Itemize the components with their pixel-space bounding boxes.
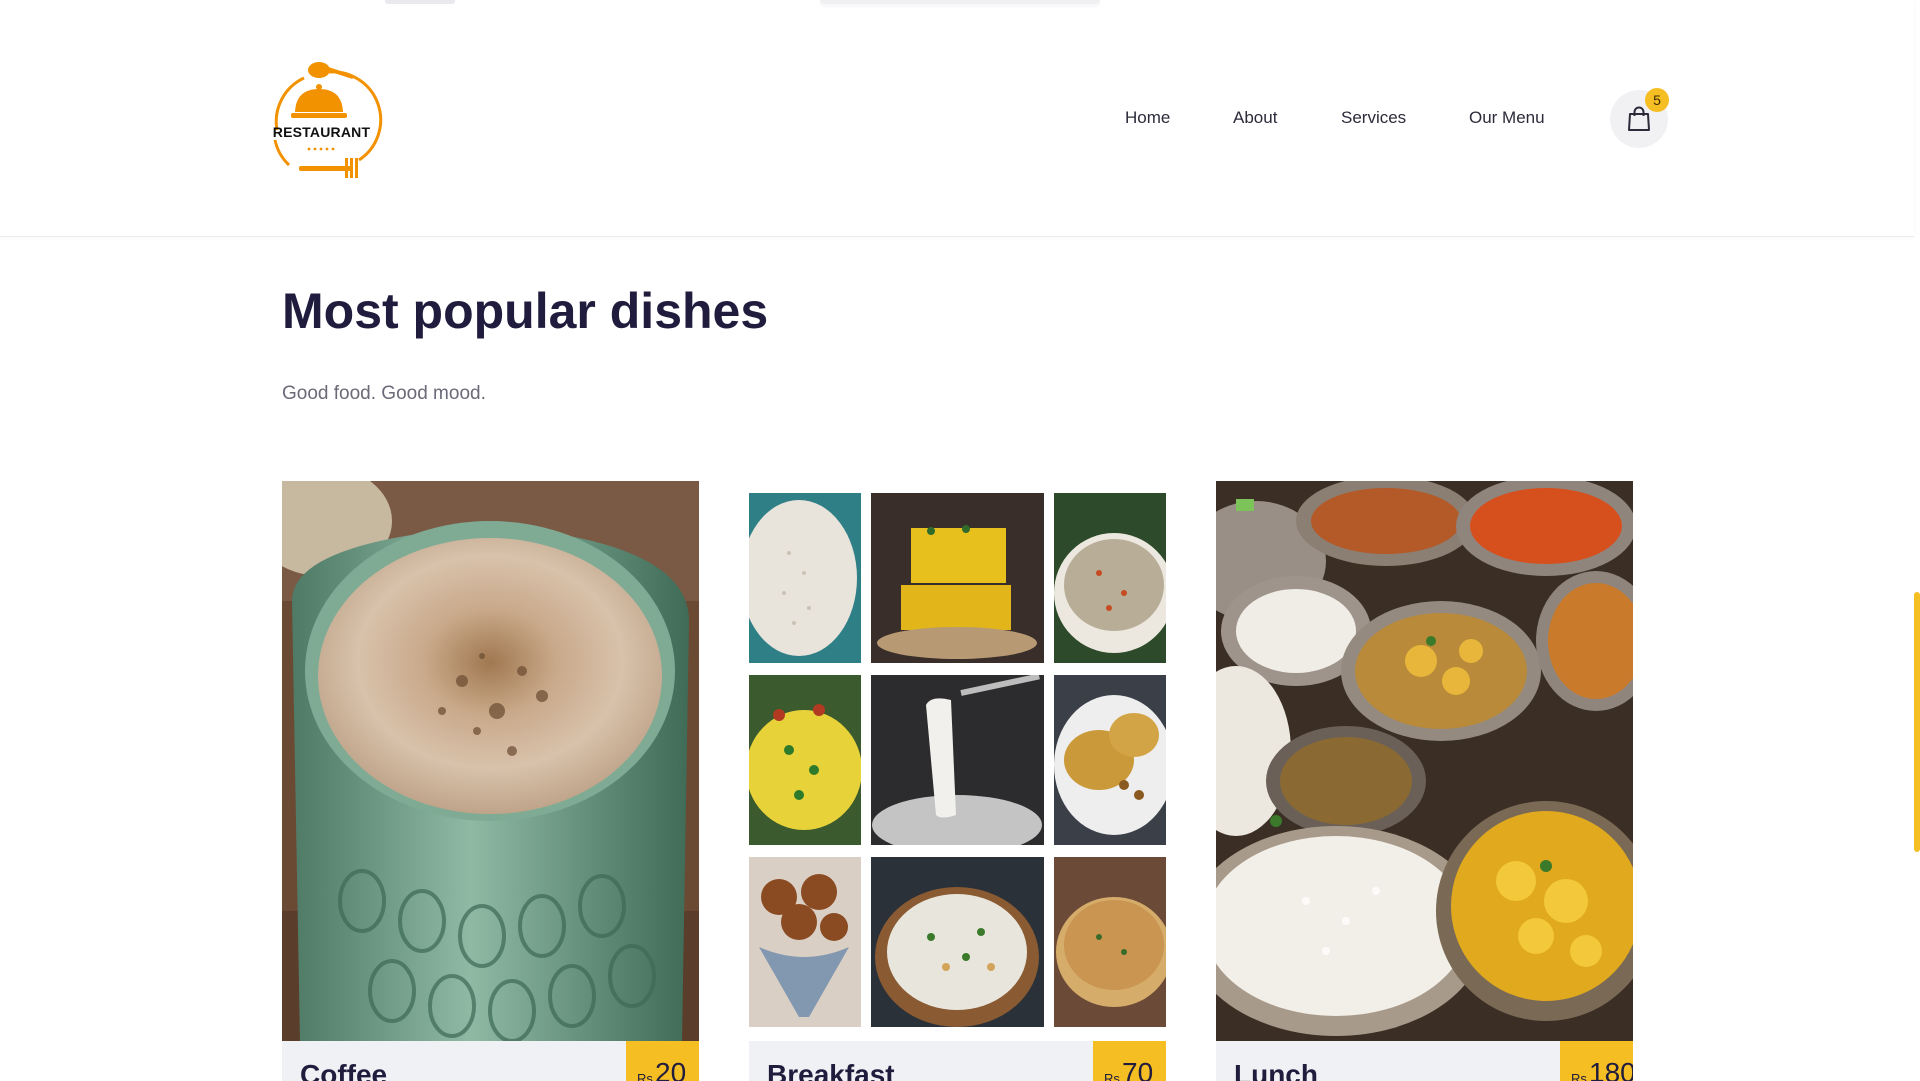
collage-tile-poha <box>749 675 861 845</box>
dish-image-coffee <box>282 481 699 1041</box>
scrollbar-thumb[interactable] <box>1914 592 1920 852</box>
price-tag: Rs 70 <box>1093 1041 1166 1081</box>
collage-tile-paniyaram <box>749 857 861 1027</box>
collage-tile-puri-chana <box>1054 675 1166 845</box>
dish-image-lunch <box>1216 481 1633 1041</box>
dish-card-breakfast[interactable]: Breakfast Rs 70 <box>749 481 1166 1081</box>
dish-card-coffee[interactable]: Coffee Rs 20 <box>282 481 699 1081</box>
cart-count-badge: 5 <box>1645 88 1669 112</box>
restaurant-logo[interactable]: RESTAURANT <box>259 60 384 182</box>
collage-tile-upma <box>1054 493 1166 663</box>
nav-about-link[interactable]: About <box>1233 108 1277 128</box>
thali-image <box>1216 481 1633 1041</box>
price-tag: Rs 20 <box>626 1041 699 1081</box>
section-subtitle: Good food. Good mood. <box>282 383 486 404</box>
dish-title: Coffee <box>300 1059 388 1081</box>
previous-section-edge <box>385 0 455 4</box>
dish-image-breakfast <box>749 481 1166 1041</box>
shopping-bag-icon <box>1628 106 1650 131</box>
collage-tile-paratha <box>1054 857 1166 1027</box>
dish-title: Breakfast <box>767 1059 895 1081</box>
collage-tile-batter <box>871 675 1044 845</box>
nav-services-link[interactable]: Services <box>1341 108 1406 128</box>
previous-section-edge <box>820 0 1100 4</box>
section-title: Most popular dishes <box>282 283 769 339</box>
collage-tile-appam <box>749 493 861 663</box>
site-header: RESTAURANT Home About Services Our Menu … <box>0 0 1914 237</box>
dish-title: Lunch <box>1234 1059 1318 1081</box>
cloche-logo-icon <box>273 62 383 178</box>
price-value: 20 <box>655 1057 687 1081</box>
coffee-cup-image <box>282 481 699 1041</box>
price-tag: Rs 180 <box>1560 1041 1633 1081</box>
logo-text: RESTAURANT <box>272 124 371 140</box>
cart-button[interactable]: 5 <box>1610 88 1669 148</box>
price-value: 180 <box>1589 1057 1633 1081</box>
nav-home-link[interactable]: Home <box>1125 108 1170 128</box>
collage-tile-dhokla <box>871 493 1044 663</box>
collage-tile-sabudana <box>871 857 1044 1027</box>
dish-card-lunch[interactable]: Lunch Rs 180 <box>1216 481 1633 1081</box>
nav-our-menu-link[interactable]: Our Menu <box>1469 108 1545 128</box>
price-value: 70 <box>1122 1057 1154 1081</box>
